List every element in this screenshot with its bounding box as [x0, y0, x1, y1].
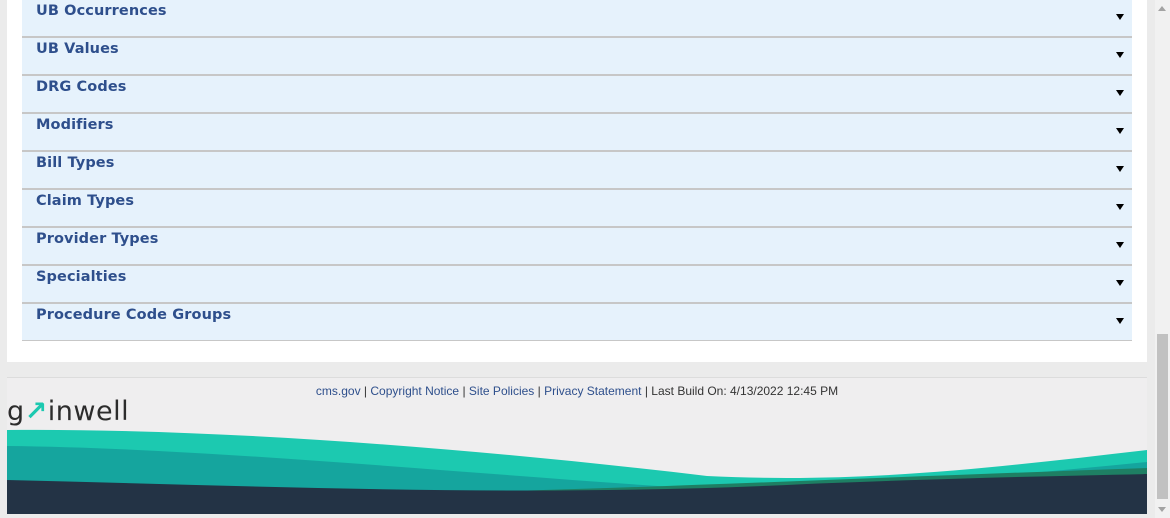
scroll-up-icon[interactable] — [1158, 6, 1166, 11]
caret-down-icon — [1116, 166, 1124, 172]
accordion-label: Specialties — [36, 269, 127, 285]
accordion-label: Modifiers — [36, 117, 114, 133]
footer-wave-graphic — [7, 429, 1147, 514]
scrollbar-thumb[interactable] — [1157, 334, 1168, 499]
last-build-text: Last Build On: 4/13/2022 12:45 PM — [651, 384, 839, 398]
site-policies-link[interactable]: Site Policies — [469, 384, 534, 398]
main-panel: UB Occurrences UB Values DRG Codes Modif… — [7, 0, 1147, 362]
separator: | — [537, 384, 541, 398]
privacy-statement-link[interactable]: Privacy Statement — [544, 384, 641, 398]
accordion-procedure-code-groups[interactable]: Procedure Code Groups — [22, 304, 1132, 341]
caret-down-icon — [1116, 128, 1124, 134]
accordion-specialties[interactable]: Specialties — [22, 266, 1132, 304]
vertical-scrollbar[interactable] — [1155, 0, 1170, 518]
scroll-down-icon[interactable] — [1158, 507, 1166, 512]
caret-down-icon — [1116, 90, 1124, 96]
accordion-label: Provider Types — [36, 231, 159, 247]
accordion-label: Bill Types — [36, 155, 115, 171]
copyright-notice-link[interactable]: Copyright Notice — [370, 384, 459, 398]
accordion-label: Claim Types — [36, 193, 135, 209]
separator: | — [363, 384, 368, 398]
page-footer: cms.gov | Copyright Notice | Site Polici… — [7, 377, 1147, 514]
caret-down-icon — [1116, 204, 1124, 210]
accordion-ub-values[interactable]: UB Values — [22, 38, 1132, 76]
accordion-label: UB Occurrences — [36, 3, 167, 19]
caret-down-icon — [1116, 280, 1124, 286]
accordion-claim-types[interactable]: Claim Types — [22, 190, 1132, 228]
caret-down-icon — [1116, 242, 1124, 248]
cms-gov-link[interactable]: cms.gov — [316, 384, 361, 398]
accordion-modifiers[interactable]: Modifiers — [22, 114, 1132, 152]
accordion-label: DRG Codes — [36, 79, 127, 95]
accordion-ub-occurrences[interactable]: UB Occurrences — [22, 0, 1132, 38]
accordion-provider-types[interactable]: Provider Types — [22, 228, 1132, 266]
accordion-drg-codes[interactable]: DRG Codes — [22, 76, 1132, 114]
caret-down-icon — [1116, 14, 1124, 20]
footer-links: cms.gov | Copyright Notice | Site Polici… — [7, 384, 1147, 398]
accordion-bill-types[interactable]: Bill Types — [22, 152, 1132, 190]
caret-down-icon — [1116, 318, 1124, 324]
accordion-label: UB Values — [36, 41, 119, 57]
accordion-label: Procedure Code Groups — [36, 307, 232, 323]
accordion-list: UB Occurrences UB Values DRG Codes Modif… — [22, 0, 1132, 341]
separator: | — [462, 384, 466, 398]
caret-down-icon — [1116, 52, 1124, 58]
separator: | — [644, 384, 648, 398]
